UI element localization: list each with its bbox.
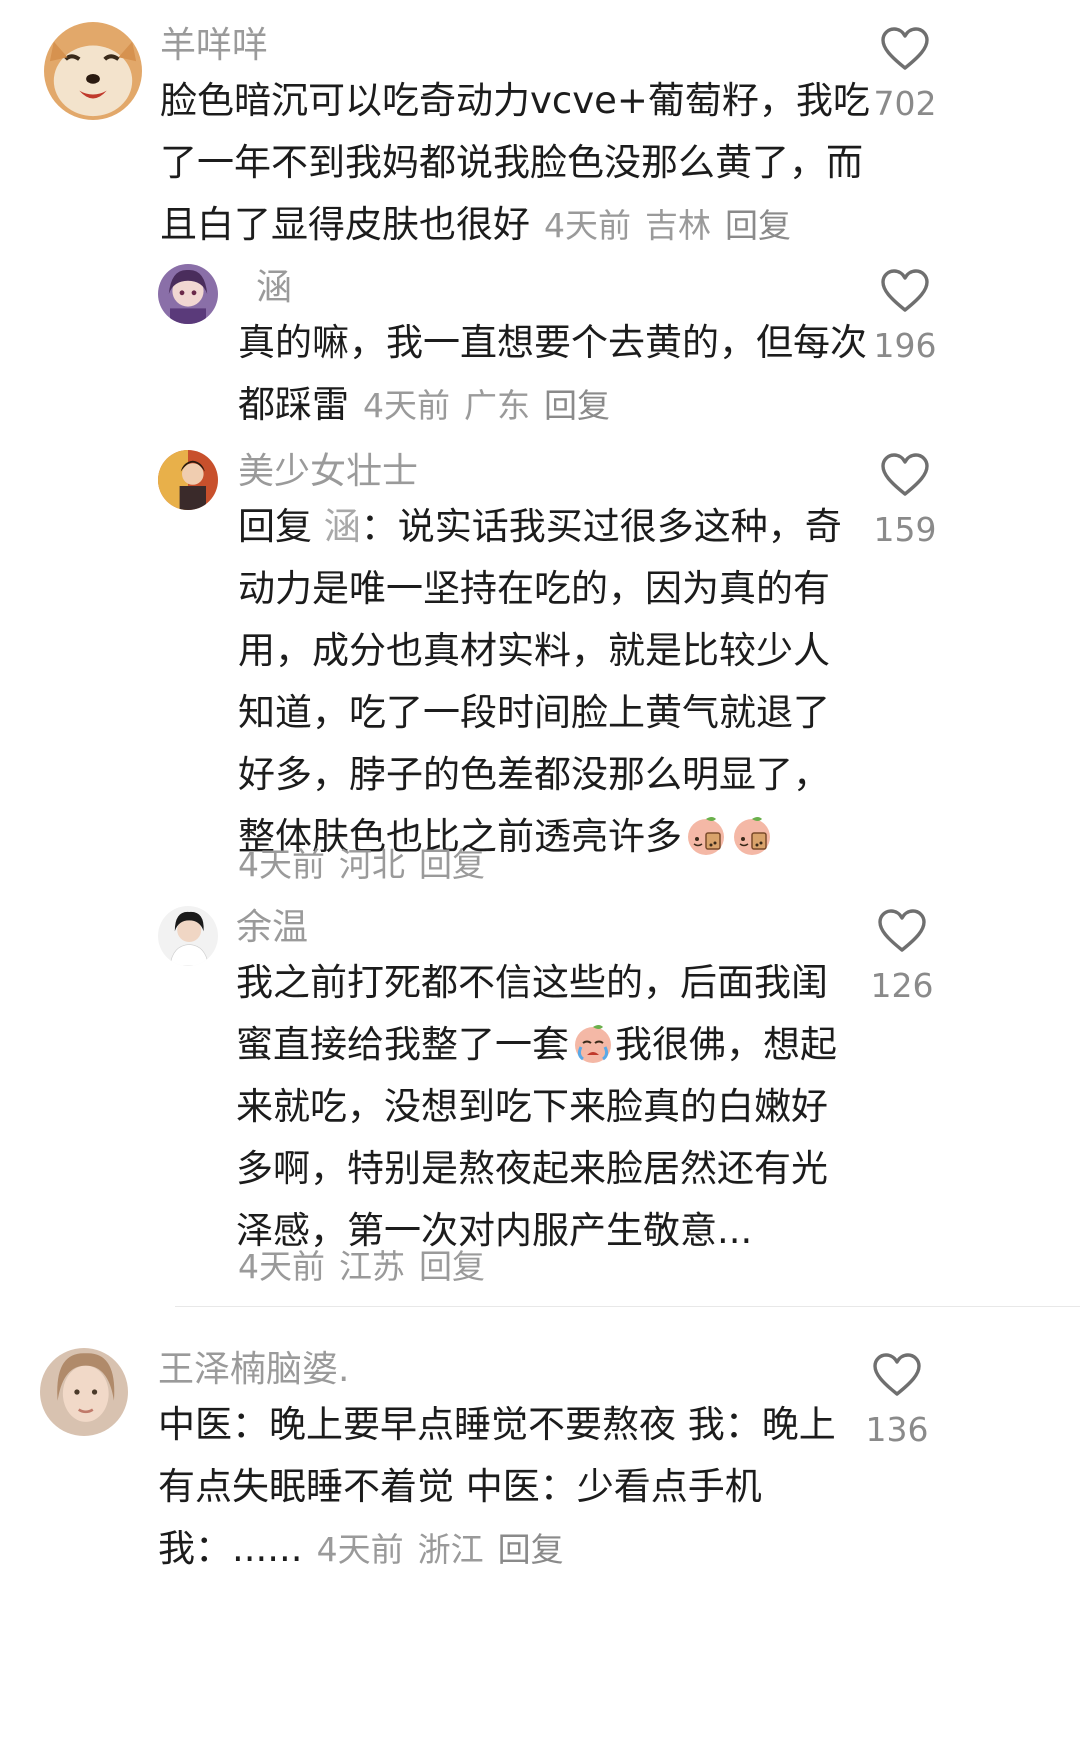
location: 广东 <box>464 386 530 425</box>
like-count: 196 <box>873 326 937 365</box>
comment-meta: 4天前 河北 回复 <box>238 838 485 886</box>
username[interactable]: 余温 <box>236 908 308 948</box>
reply-prefix: 回复 <box>238 505 312 548</box>
heart-outline-icon <box>881 453 929 496</box>
reply-target-username[interactable]: 涵 <box>324 505 361 548</box>
reply-button[interactable]: 回复 <box>419 845 485 884</box>
divider <box>175 1306 1080 1307</box>
location: 江苏 <box>339 1247 405 1286</box>
comment-line: 中医：晚上要早点睡觉不要熬夜 我：晚上 <box>158 1403 836 1446</box>
timestamp: 4天前 <box>363 386 450 425</box>
location: 吉林 <box>645 206 711 245</box>
comment-line: 蜜直接给我整了一套 <box>236 1023 569 1066</box>
comment-meta: 4天前 江苏 回复 <box>238 1240 485 1288</box>
username[interactable]: 羊咩咩 <box>160 26 268 66</box>
comment-text: 真的嘛，我一直想要个去黄的，但每次 都踩雷 4天前 广东 回复 <box>238 312 867 436</box>
like-count: 126 <box>870 966 934 1005</box>
avatar[interactable] <box>158 264 218 324</box>
username[interactable]: 美少女壮士 <box>238 452 418 492</box>
timestamp: 4天前 <box>238 845 325 884</box>
like-count: 702 <box>873 84 937 123</box>
avatar[interactable] <box>40 1348 128 1436</box>
username[interactable]: 王泽楠脑婆. <box>158 1350 349 1390</box>
like-count: 159 <box>873 510 937 549</box>
comment-line: 脸色暗沉可以吃奇动力vcve+葡萄籽，我吃 <box>160 79 870 122</box>
comment-line: 了一年不到我妈都说我脸色没那么黄了，而 <box>160 141 863 184</box>
comment-line: ：说实话我买过很多这种，奇 <box>360 505 842 548</box>
comment-line: 有点失眠睡不着觉 中医：少看点手机 <box>158 1465 762 1508</box>
like-button[interactable]: 159 <box>855 452 955 548</box>
comment-line: 知道，吃了一段时间脸上黄气就退了 <box>238 691 830 734</box>
like-button[interactable]: 126 <box>852 908 952 1004</box>
comment-line: 我：...... <box>158 1527 303 1570</box>
milk-tea-peach-emoji <box>684 813 728 857</box>
comment-line: 动力是唯一坚持在吃的，因为真的有 <box>238 567 830 610</box>
like-button[interactable]: 196 <box>855 268 955 364</box>
avatar[interactable] <box>158 906 218 966</box>
milk-tea-peach-emoji <box>730 813 774 857</box>
avatar[interactable] <box>44 22 142 120</box>
comment-line: 真的嘛，我一直想要个去黄的，但每次 <box>238 321 867 364</box>
crying-peach-emoji <box>571 1021 615 1065</box>
heart-outline-icon <box>878 909 926 952</box>
like-button[interactable]: 136 <box>847 1352 947 1448</box>
comment-text: 回复 涵：说实话我买过很多这种，奇 动力是唯一坚持在吃的，因为真的有 用，成分也… <box>238 496 842 868</box>
comment-list: 羊咩咩 脸色暗沉可以吃奇动力vcve+葡萄籽，我吃 了一年不到我妈都说我脸色没那… <box>0 0 1080 1763</box>
location: 河北 <box>339 845 405 884</box>
comment-text: 我之前打死都不信这些的，后面我闺 蜜直接给我整了一套 我很佛，想起 来就吃，没想到… <box>236 952 837 1262</box>
username[interactable]: 涵 <box>256 268 292 308</box>
location: 浙江 <box>417 1530 484 1569</box>
comment-line: 来就吃，没想到吃下来脸真的白嫩好 <box>236 1085 828 1128</box>
comment-line: 我之前打死都不信这些的，后面我闺 <box>236 961 828 1004</box>
avatar[interactable] <box>158 450 218 510</box>
comment-text: 脸色暗沉可以吃奇动力vcve+葡萄籽，我吃 了一年不到我妈都说我脸色没那么黄了，… <box>160 70 870 256</box>
reply-button[interactable]: 回复 <box>498 1530 564 1569</box>
heart-outline-icon <box>873 1353 921 1396</box>
comment-line: 我很佛，想起 <box>615 1023 837 1066</box>
reply-button[interactable]: 回复 <box>544 386 610 425</box>
heart-outline-icon <box>881 269 929 312</box>
comment-line: 多啊，特别是熬夜起来脸居然还有光 <box>236 1147 828 1190</box>
comment-line: 都踩雷 <box>238 383 349 426</box>
reply-button[interactable]: 回复 <box>725 206 791 245</box>
comment-text: 中医：晚上要早点睡觉不要熬夜 我：晚上 有点失眠睡不着觉 中医：少看点手机 我：… <box>158 1394 836 1580</box>
comment-line: 用，成分也真材实料，就是比较少人 <box>238 629 830 672</box>
timestamp: 4天前 <box>544 206 631 245</box>
reply-button[interactable]: 回复 <box>419 1247 485 1286</box>
timestamp: 4天前 <box>316 1530 404 1569</box>
comment-line: 且白了显得皮肤也很好 <box>160 203 530 246</box>
timestamp: 4天前 <box>238 1247 325 1286</box>
like-count: 136 <box>865 1410 929 1449</box>
heart-outline-icon <box>881 27 929 70</box>
comment-line: 好多，脖子的色差都没那么明显了， <box>238 753 830 796</box>
like-button[interactable]: 702 <box>855 26 955 122</box>
